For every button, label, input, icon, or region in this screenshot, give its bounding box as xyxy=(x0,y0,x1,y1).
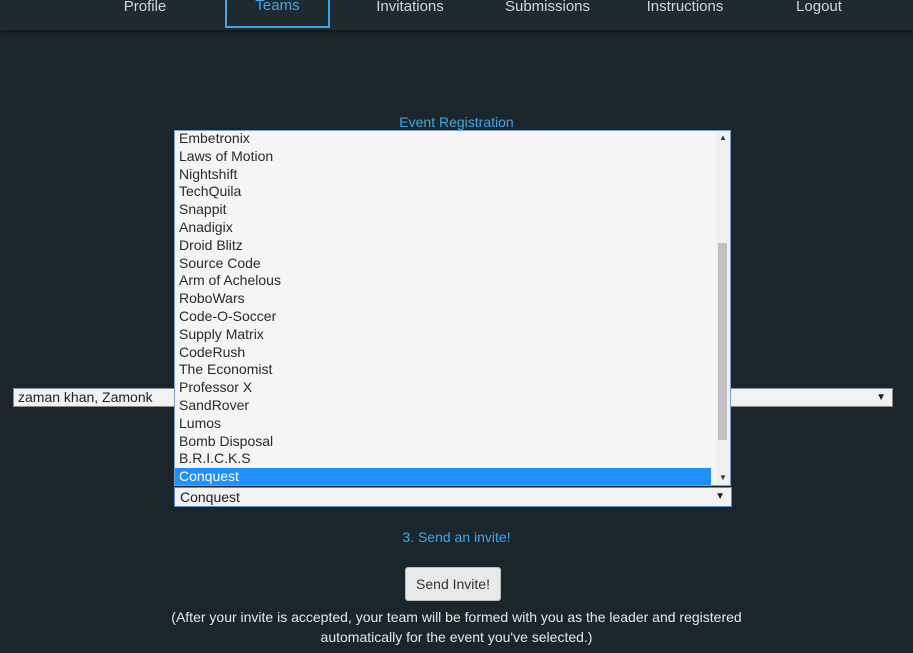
nav-submissions[interactable]: Submissions xyxy=(495,0,600,22)
event-option[interactable]: The Economist xyxy=(175,361,730,379)
event-option[interactable]: B.R.I.C.K.S xyxy=(175,450,730,468)
step3-label: 3. Send an invite! xyxy=(402,529,511,545)
event-option[interactable]: Anadigix xyxy=(175,219,730,237)
event-option[interactable]: Professor X xyxy=(175,379,730,397)
scroll-up-arrow-icon[interactable]: ▲ xyxy=(716,131,730,145)
event-option[interactable]: Source Code xyxy=(175,255,730,273)
event-option[interactable]: RoboWars xyxy=(175,290,730,308)
event-option[interactable]: Laws of Motion xyxy=(175,148,730,166)
nav-profile[interactable]: Profile xyxy=(100,0,190,22)
nav-invitations[interactable]: Invitations xyxy=(360,0,460,22)
event-option[interactable]: Arm of Achelous xyxy=(175,272,730,290)
scroll-down-arrow-icon[interactable]: ▼ xyxy=(716,471,730,485)
member-select-value: zaman khan, Zamonk xyxy=(18,389,153,405)
dropdown-arrow-icon: ▼ xyxy=(715,491,725,502)
event-option[interactable]: Snappit xyxy=(175,201,730,219)
event-option[interactable]: TechQuila xyxy=(175,183,730,201)
event-option[interactable]: Conquest xyxy=(175,468,711,485)
event-option[interactable]: Nightshift xyxy=(175,166,730,184)
event-option[interactable]: CodeRush xyxy=(175,344,730,362)
event-option[interactable]: Embetronix xyxy=(175,131,730,148)
invite-note-line1: (After your invite is accepted, your tea… xyxy=(171,609,742,625)
event-dropdown-list[interactable]: Embetronix Laws of Motion Nightshift TechQu… xyxy=(174,130,731,486)
send-invite-button[interactable]: Send Invite! xyxy=(405,567,501,601)
event-options: Embetronix Laws of Motion Nightshift TechQu… xyxy=(175,131,730,485)
event-option[interactable]: Code-O-Soccer xyxy=(175,308,730,326)
page-heading: Event Registration xyxy=(399,114,514,130)
event-list-scrollbar[interactable]: ▲ ▼ xyxy=(716,131,730,485)
top-navbar: Profile Teams Invitations Submissions In… xyxy=(0,0,913,30)
nav-logout[interactable]: Logout xyxy=(780,0,858,22)
event-option[interactable]: SandRover xyxy=(175,397,730,415)
scroll-thumb[interactable] xyxy=(718,243,727,440)
invite-note: (After your invite is accepted, your tea… xyxy=(150,607,763,647)
nav-teams[interactable]: Teams xyxy=(225,0,330,28)
event-select[interactable]: Conquest ▼ xyxy=(174,487,732,507)
event-option[interactable]: Bomb Disposal xyxy=(175,433,730,451)
dropdown-arrow-icon: ▼ xyxy=(876,392,886,403)
nav-instructions[interactable]: Instructions xyxy=(635,0,735,22)
event-option[interactable]: Lumos xyxy=(175,415,730,433)
event-option[interactable]: Droid Blitz xyxy=(175,237,730,255)
event-option[interactable]: Supply Matrix xyxy=(175,326,730,344)
event-select-value: Conquest xyxy=(180,489,240,505)
invite-note-line2: automatically for the event you've selec… xyxy=(320,629,593,645)
